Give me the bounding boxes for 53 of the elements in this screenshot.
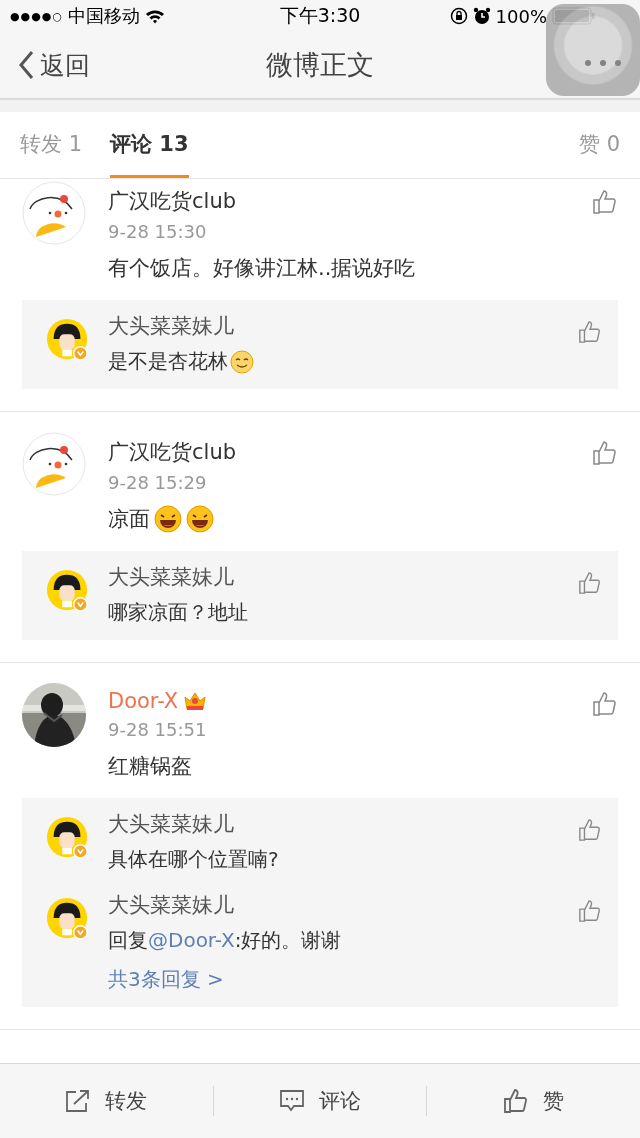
assistive-touch-button[interactable] xyxy=(546,4,640,96)
toolbar-button[interactable]: 转发 xyxy=(0,1064,213,1138)
toolbar-button[interactable]: 赞 xyxy=(427,1064,640,1138)
chicken-avatar-icon[interactable] xyxy=(22,181,86,245)
comment-icon xyxy=(279,1089,305,1113)
mention-link[interactable]: @Door-X xyxy=(148,928,235,952)
cartoon-avatar-icon[interactable] xyxy=(46,569,90,613)
thumbs-up-icon[interactable] xyxy=(592,440,618,466)
alarm-icon xyxy=(472,7,491,25)
thumbs-up-icon[interactable] xyxy=(578,899,602,923)
back-button[interactable]: 返回 xyxy=(18,48,90,82)
cartoon-avatar-icon[interactable] xyxy=(46,897,90,941)
laughing-emoji-icon xyxy=(186,505,214,533)
thumbs-up-icon[interactable] xyxy=(578,320,602,344)
username[interactable]: 大头菜菜妹儿 xyxy=(108,810,578,838)
more-replies-link[interactable]: 共3条回复 > xyxy=(108,966,602,993)
smile-emoji-icon xyxy=(230,349,254,374)
comment-text: 有个饭店。好像讲江林..据说好吃 xyxy=(108,255,416,282)
comment-text: 红糖锅盔 xyxy=(108,753,192,780)
reply-text: 哪家凉面？地址 xyxy=(108,599,248,626)
signal-strength: ●●●●○ xyxy=(10,9,63,23)
reply-text: 具体在哪个位置喃? xyxy=(108,846,279,873)
comment-time: 9-28 15:29 xyxy=(108,472,208,493)
username[interactable]: 广汉吃货club xyxy=(108,438,237,466)
chevron-left-icon xyxy=(18,50,34,80)
thumbs-up-icon[interactable] xyxy=(578,818,602,842)
comment-time: 9-28 15:51 xyxy=(108,719,208,740)
comment-text: 凉面 xyxy=(108,506,150,533)
clock-time: 下午3:30 xyxy=(278,3,362,28)
chicken-avatar-icon[interactable] xyxy=(22,432,86,496)
thumbs-up-icon[interactable] xyxy=(592,189,618,215)
share-icon xyxy=(65,1089,92,1113)
thumbs-up-icon[interactable] xyxy=(592,691,618,717)
toolbar-button[interactable]: 评论 xyxy=(213,1064,427,1138)
tab[interactable]: 评论 13 xyxy=(110,112,189,178)
wifi-icon xyxy=(145,8,165,24)
thumbs-up-icon[interactable] xyxy=(578,571,602,595)
laughing-emoji-icon xyxy=(154,505,182,533)
thumbs-up-icon xyxy=(503,1088,530,1114)
page-title: 微博正文 xyxy=(265,48,375,82)
username[interactable]: 大头菜菜妹儿 xyxy=(108,563,578,591)
reply-text: 回复@Door-X:好的。谢谢 xyxy=(108,927,342,954)
username[interactable]: 大头菜菜妹儿 xyxy=(108,891,578,919)
username[interactable]: 大头菜菜妹儿 xyxy=(108,312,578,340)
rotation-lock-icon xyxy=(449,7,468,25)
cartoon-avatar-icon[interactable] xyxy=(46,318,90,362)
username[interactable]: 广汉吃货club xyxy=(108,187,237,215)
reply-text: 是不是杏花林 xyxy=(108,348,228,375)
comment-time: 9-28 15:30 xyxy=(108,221,208,242)
cartoon-avatar-icon[interactable] xyxy=(46,816,90,860)
battery-percent: 100% xyxy=(495,5,547,27)
more-dots-icon xyxy=(583,58,623,68)
carrier-name: 中国移动 xyxy=(68,4,140,28)
